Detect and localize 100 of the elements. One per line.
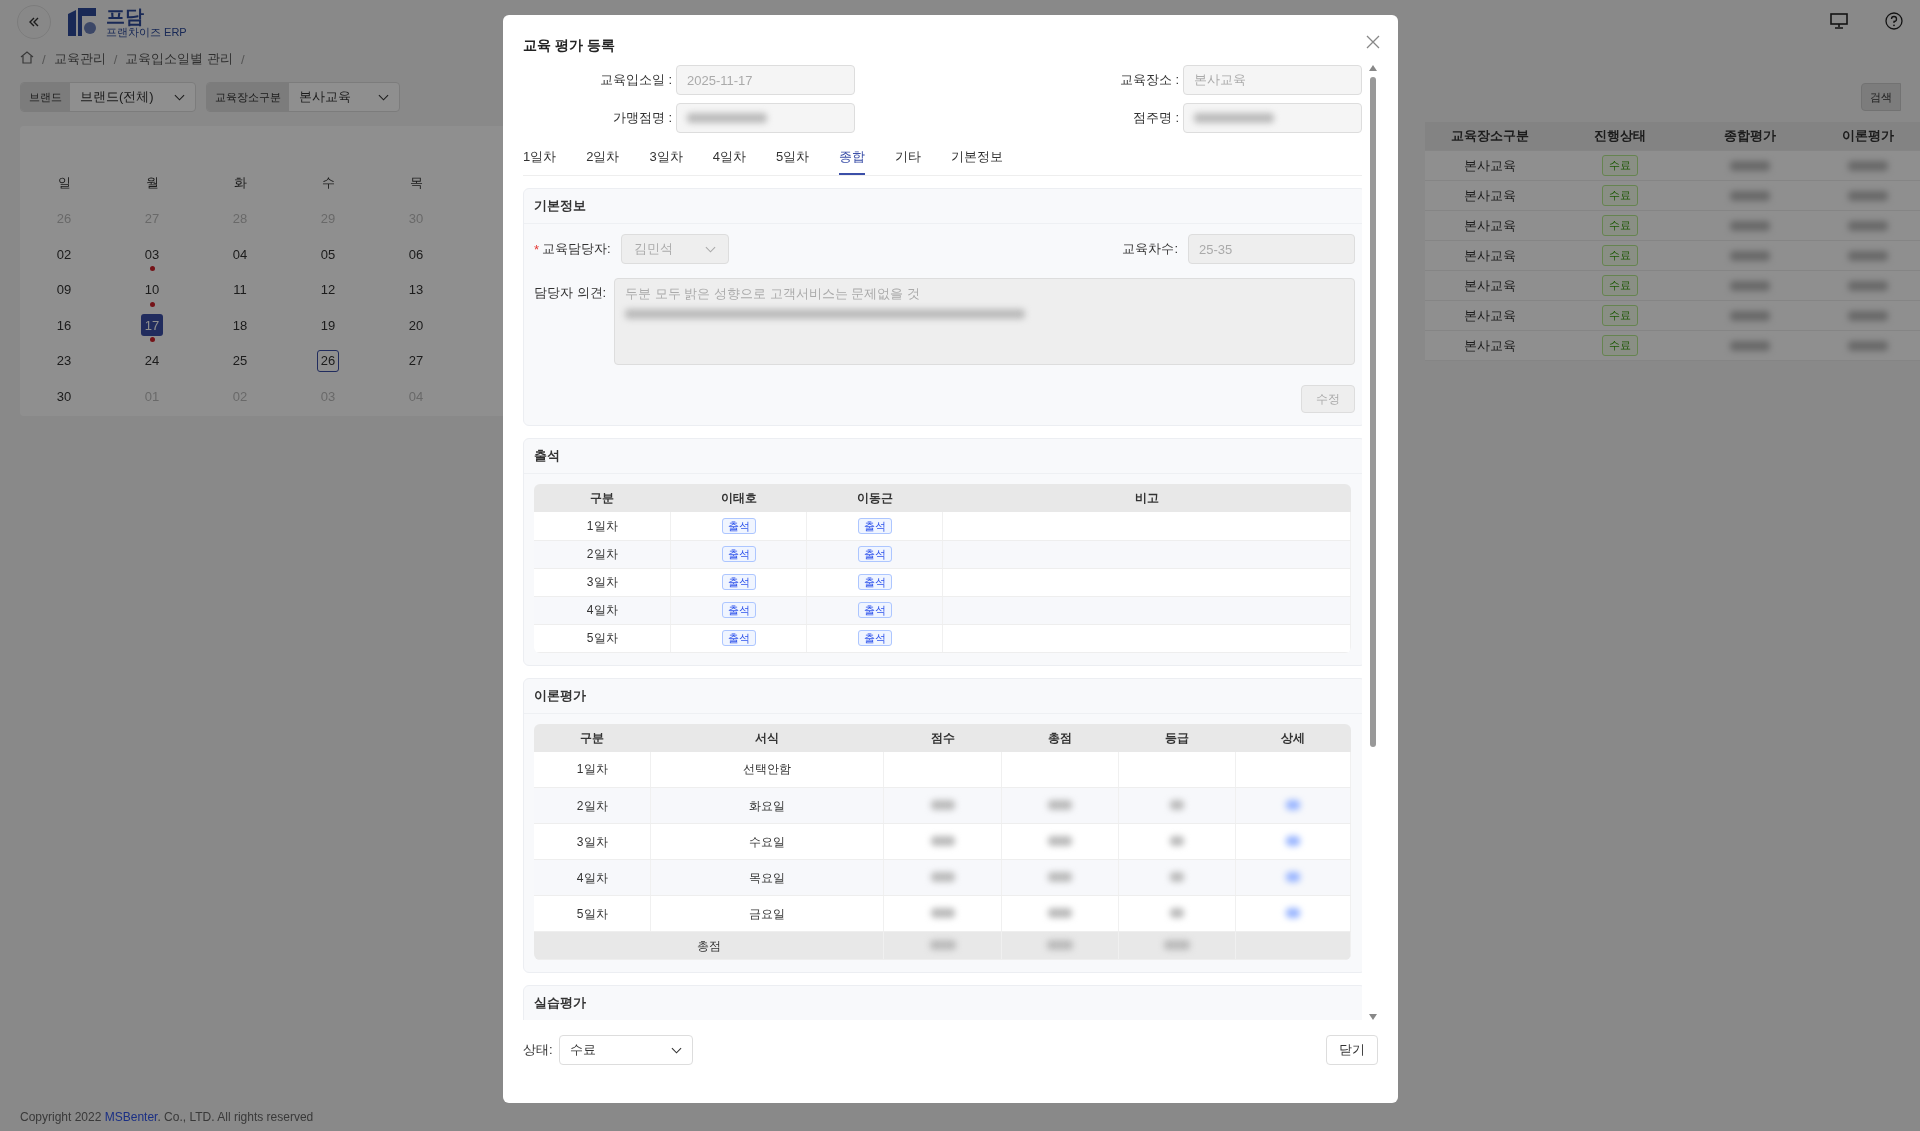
calendar-day[interactable]: 03 <box>141 243 163 265</box>
monitor-icon[interactable] <box>1830 12 1848 29</box>
collapse-button[interactable] <box>17 5 51 39</box>
calendar-day[interactable]: 02 <box>53 243 75 265</box>
calendar-day[interactable]: 27 <box>405 349 427 372</box>
breadcrumb-link[interactable]: 교육관리 <box>53 50 106 68</box>
redacted-text <box>1847 190 1888 201</box>
copyright-text: Copyright 2022 MSBenter. Co., LTD. All rights reserved <box>20 1110 314 1124</box>
calendar-day[interactable]: 13 <box>405 278 427 301</box>
section-title: 실습평가 <box>524 986 1362 1020</box>
chevron-down-icon <box>704 245 716 253</box>
weekday-label: 화 <box>233 174 247 192</box>
field-value: 25-35 <box>1199 241 1233 257</box>
calendar-day[interactable]: 26 <box>317 349 339 372</box>
status-tag: 수료 <box>1602 305 1638 326</box>
column-header: 구분 <box>534 484 671 512</box>
select-value: 본사교육 <box>298 88 351 106</box>
redacted-text <box>1286 907 1300 918</box>
calendar-day[interactable]: 25 <box>229 349 251 372</box>
table-cell: 본사교육 <box>1464 246 1516 265</box>
tab[interactable]: 기본정보 <box>951 141 1004 175</box>
company-link[interactable]: MSBenter <box>104 1110 158 1124</box>
tab[interactable]: 4일차 <box>712 141 746 175</box>
redacted-text <box>1847 220 1888 231</box>
attendance-badge: 출석 <box>857 630 892 646</box>
field-value: 2025-11-17 <box>687 72 753 88</box>
close-button[interactable] <box>1364 33 1382 51</box>
column-header: 등급 <box>1118 723 1236 752</box>
table-cell: 2일차 <box>534 787 651 824</box>
calendar-day[interactable]: 30 <box>53 385 75 407</box>
breadcrumb-link[interactable]: 교육입소일별 관리 <box>125 50 233 68</box>
attendance-badge: 출석 <box>857 517 892 534</box>
weekday-label: 목 <box>409 174 423 192</box>
section-title: 이론평가 <box>524 678 1362 714</box>
column-header: 종합평가 <box>1724 127 1776 145</box>
filter-select[interactable]: 브랜드 브랜드(전체) <box>20 82 196 112</box>
table-cell: 4일차 <box>534 859 651 896</box>
table-cell: 화요일 <box>650 787 884 824</box>
redacted-text <box>1047 939 1074 950</box>
calendar-day[interactable]: 06 <box>405 243 427 265</box>
calendar-day[interactable]: 10 <box>141 278 163 301</box>
table-cell: 4일차 <box>534 596 671 624</box>
redacted-text <box>1286 799 1300 810</box>
modal-title: 교육 평가 등록 <box>523 36 615 55</box>
calendar-day[interactable]: 12 <box>317 278 339 301</box>
tab[interactable]: 종합 <box>839 141 866 175</box>
field-value: 본사교육 <box>1194 71 1246 89</box>
tab[interactable]: 기타 <box>895 141 922 175</box>
column-header: 서식 <box>650 723 884 752</box>
calendar-day[interactable]: 20 <box>405 314 427 336</box>
status-tag: 수료 <box>1602 155 1638 176</box>
redacted-text <box>1730 250 1770 261</box>
logo-title: 프담 <box>106 6 144 26</box>
weekday-label: 수 <box>321 174 335 192</box>
redacted-text <box>1847 310 1888 321</box>
redacted-text <box>1170 907 1185 918</box>
calendar-day[interactable]: 23 <box>53 349 75 372</box>
column-header: 총점 <box>1001 723 1119 752</box>
help-icon[interactable] <box>1885 11 1903 30</box>
tab[interactable]: 2일차 <box>586 141 620 175</box>
column-header: 이론평가 <box>1841 127 1894 145</box>
redacted-text <box>1170 799 1185 810</box>
tab[interactable]: 3일차 <box>649 141 683 175</box>
select-value: 브랜드(전체) <box>80 88 154 106</box>
field-label: 교육차수: <box>1122 240 1178 258</box>
column-header: 점수 <box>883 723 1002 752</box>
calendar-day[interactable]: 04 <box>229 243 251 265</box>
table-cell: 목요일 <box>650 859 884 896</box>
attendance-badge: 출석 <box>857 602 892 618</box>
attendance-badge: 출석 <box>721 630 756 646</box>
scroll-down-icon[interactable] <box>1369 1014 1377 1020</box>
field-label: 교육입소일 : <box>598 71 672 89</box>
calendar-day[interactable]: 11 <box>229 278 251 301</box>
total-label: 총점 <box>534 931 884 960</box>
redacted-text <box>1730 340 1770 351</box>
field-label: 교육담당자: <box>542 240 611 258</box>
scroll-up-icon[interactable] <box>1369 65 1377 71</box>
calendar-day[interactable]: 19 <box>317 314 339 336</box>
chevron-down-icon <box>670 1046 682 1054</box>
select-value: 수료 <box>569 1041 596 1059</box>
search-button[interactable]: 검색 <box>1861 83 1901 111</box>
calendar-day[interactable]: 05 <box>317 243 339 265</box>
status-select[interactable]: 수료 <box>558 1035 693 1065</box>
calendar-day[interactable]: 18 <box>229 314 251 336</box>
tab[interactable]: 1일차 <box>523 141 557 175</box>
close-icon <box>1366 35 1380 49</box>
attendance-badge: 출석 <box>721 546 756 562</box>
redacted-text <box>930 835 955 846</box>
table-cell: 3일차 <box>534 823 651 860</box>
calendar-day[interactable]: 17 <box>141 314 163 336</box>
scrollbar-thumb[interactable] <box>1370 77 1376 747</box>
calendar-day[interactable]: 09 <box>53 278 75 301</box>
close-dialog-button[interactable]: 닫기 <box>1326 1035 1378 1065</box>
redacted-text <box>929 939 956 950</box>
calendar-day[interactable]: 24 <box>141 349 163 372</box>
home-icon[interactable] <box>20 51 34 64</box>
filter-select[interactable]: 교육장소구분 본사교육 <box>205 82 400 112</box>
tab[interactable]: 5일차 <box>775 141 810 175</box>
calendar-day[interactable]: 16 <box>53 314 75 336</box>
redacted-text <box>1170 835 1185 846</box>
